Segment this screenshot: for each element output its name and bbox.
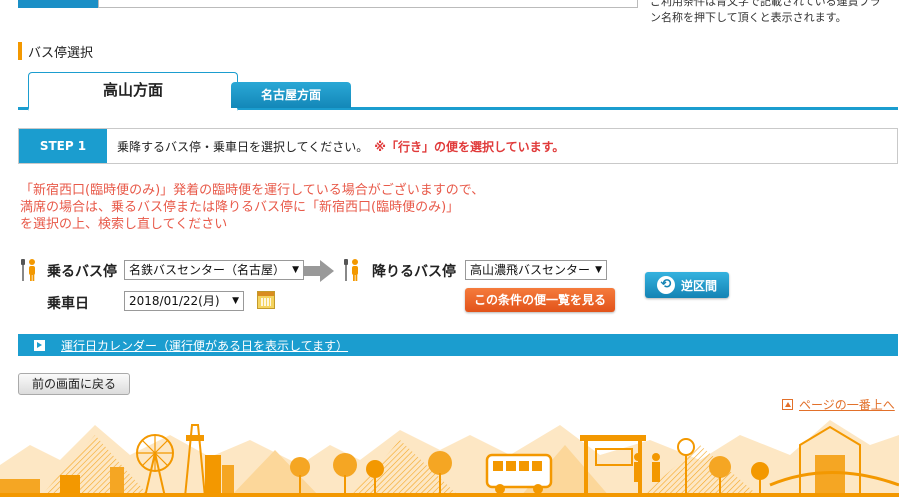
alight-stop-select[interactable]: 高山濃飛バスセンター ▼ xyxy=(465,260,607,280)
calendar-icon[interactable] xyxy=(257,291,275,309)
alight-stop-label: 降りるバス停 xyxy=(372,264,456,280)
play-arrow-icon xyxy=(34,339,45,351)
reverse-route-label: 逆区間 xyxy=(680,278,717,293)
boarding-date-value: 2018/01/22(月) xyxy=(129,294,220,308)
bus-stop-icon xyxy=(344,259,358,281)
notice-line: を選択の上、検索し直してください xyxy=(20,217,228,232)
boarding-date-label: 乗車日 xyxy=(47,296,89,312)
chevron-down-icon: ▼ xyxy=(232,296,239,306)
swap-icon: ⟲ xyxy=(656,276,675,294)
bus-stop-icon xyxy=(21,259,35,281)
board-stop-label: 乗るバス停 xyxy=(47,264,117,280)
operation-calendar-link[interactable]: 運行日カレンダー（運行便がある日を表示してます） xyxy=(61,337,348,354)
notice-line: 満席の場合は、乗るバス停または降りるバス停に「新宿西口(臨時便のみ)」 xyxy=(20,200,460,215)
previous-section-box xyxy=(98,0,638,8)
section-title: バス停選択 xyxy=(28,45,94,61)
direction-tabs: 高山方面 名古屋方面 xyxy=(18,72,898,111)
step-instruction: 乗降するバス停・乗車日を選択してください。 xyxy=(117,139,369,154)
tab-nagoya[interactable]: 名古屋方面 xyxy=(231,82,351,108)
operation-calendar-bar: 運行日カレンダー（運行便がある日を表示してます） xyxy=(18,334,898,356)
board-stop-select[interactable]: 名鉄バスセンター（名古屋） ▼ xyxy=(124,260,304,280)
search-button[interactable]: この条件の便一覧を見る xyxy=(465,288,615,312)
section-heading-bar xyxy=(18,42,22,60)
tab-takayama[interactable]: 高山方面 xyxy=(28,72,238,111)
step-direction-note: ※「行き」の便を選択しています。 xyxy=(374,139,565,154)
alight-stop-value: 高山濃飛バスセンター xyxy=(470,263,591,277)
board-stop-value: 名鉄バスセンター（名古屋） xyxy=(129,263,286,277)
reverse-route-button[interactable]: ⟲ 逆区間 xyxy=(645,272,729,298)
chevron-down-icon: ▼ xyxy=(595,265,602,275)
previous-section-remnant: ご利用条件は青文字で記載されている運賃プラン名称を押下して頂くと表示されます。 xyxy=(0,0,899,24)
arrow-right-icon xyxy=(304,260,334,282)
back-button[interactable]: 前の画面に戻る xyxy=(18,373,130,395)
chevron-down-icon: ▼ xyxy=(292,265,299,275)
fare-plan-note: ご利用条件は青文字で記載されている運賃プラン名称を押下して頂くと表示されます。 xyxy=(650,0,881,24)
step-label: STEP 1 xyxy=(19,129,107,163)
notice-line: 「新宿西口(臨時便のみ)」発着の臨時便を運行している場合がございますので、 xyxy=(20,183,485,198)
temporary-service-notice: 「新宿西口(臨時便のみ)」発着の臨時便を運行している場合がございますので、 満席… xyxy=(20,182,560,233)
boarding-date-select[interactable]: 2018/01/22(月) ▼ xyxy=(124,291,244,311)
step-bar: STEP 1 乗降するバス停・乗車日を選択してください。 ※「行き」の便を選択し… xyxy=(18,128,898,164)
footer-townscape-illustration xyxy=(0,420,899,497)
previous-section-header xyxy=(18,0,98,8)
section-heading: バス停選択 xyxy=(18,42,94,61)
